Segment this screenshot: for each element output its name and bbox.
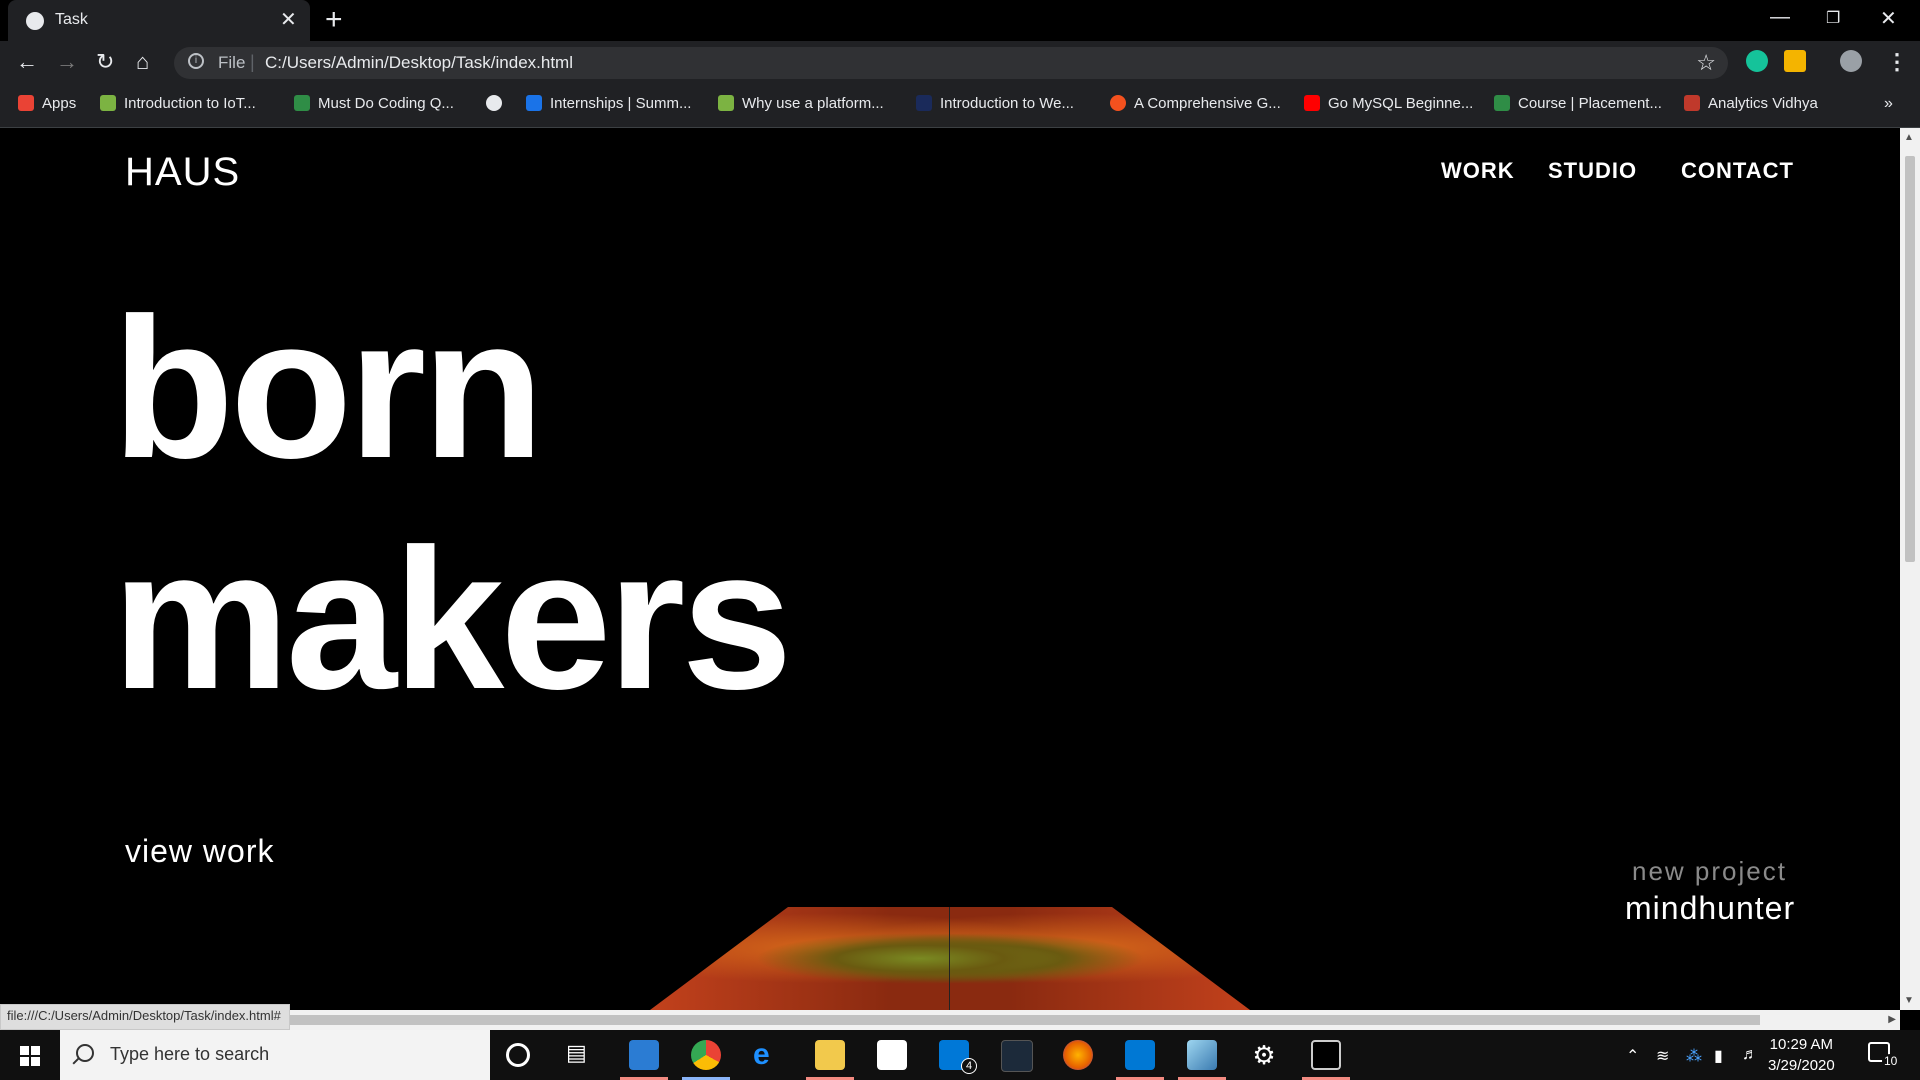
bookmarks-bar: Apps Introduction to IoT... Must Do Codi… bbox=[0, 83, 1920, 128]
new-project-title[interactable]: mindhunter bbox=[1625, 890, 1795, 927]
bookmark-star-icon[interactable]: ☆ bbox=[1696, 50, 1716, 76]
bookmark-favicon-icon bbox=[1684, 95, 1700, 111]
windows-start-icon[interactable] bbox=[20, 1046, 40, 1066]
tray-chevron-up-icon[interactable]: ⌃ bbox=[1626, 1046, 1639, 1066]
extension-icon[interactable] bbox=[1784, 50, 1806, 72]
notification-count: 10 bbox=[1882, 1054, 1900, 1068]
mysql-icon[interactable] bbox=[1001, 1040, 1033, 1072]
vertical-scrollbar[interactable]: ▲ ▼ bbox=[1900, 128, 1920, 1010]
wps-writer-icon[interactable] bbox=[629, 1040, 659, 1070]
reload-icon[interactable]: ↻ bbox=[96, 49, 114, 75]
globe-icon bbox=[486, 95, 502, 111]
scroll-down-arrow-icon[interactable]: ▼ bbox=[1904, 995, 1914, 1006]
nav-contact[interactable]: CONTACT bbox=[1681, 158, 1794, 184]
vscode-icon[interactable] bbox=[1125, 1040, 1155, 1070]
bookmark-item[interactable]: Analytics Vidhya bbox=[1684, 95, 1818, 112]
restore-icon[interactable]: ❐ bbox=[1826, 8, 1840, 28]
address-bar[interactable]: i File | C:/Users/Admin/Desktop/Task/ind… bbox=[174, 47, 1728, 79]
search-icon bbox=[76, 1044, 94, 1062]
close-tab-icon[interactable]: ✕ bbox=[280, 8, 297, 32]
wifi-icon[interactable]: ≋ bbox=[1656, 1046, 1669, 1066]
vertical-scroll-thumb[interactable] bbox=[1905, 156, 1915, 562]
globe-icon bbox=[26, 12, 44, 30]
preview-divider bbox=[949, 907, 950, 1010]
cortana-icon[interactable] bbox=[506, 1043, 530, 1067]
web-page: HAUS WORK STUDIO CONTACT born makers vie… bbox=[0, 128, 1900, 1010]
new-project-label: new project bbox=[1632, 856, 1787, 886]
bookmark-item[interactable]: Apps bbox=[18, 95, 76, 112]
chrome-icon[interactable] bbox=[691, 1040, 721, 1070]
bookmark-favicon-icon bbox=[100, 95, 116, 111]
profile-avatar[interactable] bbox=[1840, 50, 1862, 72]
task-view-icon[interactable]: ▤ bbox=[566, 1040, 596, 1070]
store-icon[interactable] bbox=[877, 1040, 907, 1070]
windows-taskbar: Type here to search ▤ e 4 ⚙ ⌃ ≋ ⁂ ▮ ♬ 10… bbox=[0, 1030, 1920, 1080]
status-bubble-url: file:///C:/Users/Admin/Desktop/Task/inde… bbox=[0, 1004, 290, 1030]
settings-gear-icon[interactable]: ⚙ bbox=[1249, 1040, 1279, 1070]
project-preview-image[interactable] bbox=[650, 907, 1250, 1010]
url-separator: | bbox=[250, 52, 255, 72]
nav-studio[interactable]: STUDIO bbox=[1548, 158, 1637, 184]
clock-date: 3/29/2020 bbox=[1768, 1057, 1835, 1074]
bookmark-favicon-icon bbox=[1494, 95, 1510, 111]
bookmark-item[interactable]: A Comprehensive G... bbox=[1110, 95, 1281, 112]
bookmark-item[interactable]: Why use a platform... bbox=[718, 95, 884, 112]
nav-work[interactable]: WORK bbox=[1441, 158, 1515, 184]
system-clock[interactable]: 10:29 AM 3/29/2020 bbox=[1768, 1034, 1835, 1076]
tab-title: Task bbox=[55, 11, 88, 28]
bookmark-item[interactable]: Must Do Coding Q... bbox=[294, 95, 454, 112]
bluetooth-icon[interactable]: ⁂ bbox=[1686, 1046, 1702, 1066]
file-explorer-icon[interactable] bbox=[815, 1040, 845, 1070]
browser-tab[interactable]: Task ✕ bbox=[8, 0, 310, 41]
bookmark-item[interactable]: Internships | Summ... bbox=[526, 95, 691, 112]
url-scheme: File bbox=[218, 53, 246, 72]
hero-heading-line1: born bbox=[112, 277, 544, 500]
bookmark-favicon-icon bbox=[1110, 95, 1126, 111]
hero-heading-line2: makers bbox=[112, 508, 793, 731]
bookmark-item[interactable]: Course | Placement... bbox=[1494, 95, 1662, 112]
edge-icon[interactable]: e bbox=[753, 1040, 783, 1070]
new-tab-button[interactable]: + bbox=[325, 4, 343, 36]
bookmark-favicon-icon bbox=[916, 95, 932, 111]
clock-time: 10:29 AM bbox=[1769, 1036, 1834, 1053]
terminal-icon[interactable] bbox=[1311, 1040, 1341, 1070]
volume-icon[interactable]: ♬ bbox=[1742, 1046, 1758, 1064]
home-icon[interactable]: ⌂ bbox=[136, 49, 149, 75]
back-icon[interactable]: ← bbox=[16, 49, 38, 75]
bookmark-favicon-icon bbox=[294, 95, 310, 111]
bookmark-item[interactable] bbox=[486, 95, 510, 112]
minimize-icon[interactable]: — bbox=[1770, 6, 1790, 29]
bookmark-item[interactable]: Introduction to We... bbox=[916, 95, 1074, 112]
search-placeholder: Type here to search bbox=[110, 1044, 270, 1064]
bookmark-item[interactable]: Go MySQL Beginne... bbox=[1304, 95, 1473, 112]
taskbar-search-box[interactable]: Type here to search bbox=[60, 1030, 490, 1080]
bookmarks-overflow-icon[interactable]: » bbox=[1884, 95, 1893, 113]
bookmark-favicon-icon bbox=[526, 95, 542, 111]
browser-toolbar: ← → ↻ ⌂ i File | C:/Users/Admin/Desktop/… bbox=[0, 41, 1920, 83]
info-icon[interactable]: i bbox=[188, 53, 204, 69]
bookmark-item[interactable]: Introduction to IoT... bbox=[100, 95, 256, 112]
youtube-icon bbox=[1304, 95, 1320, 111]
forward-icon[interactable]: → bbox=[56, 49, 78, 75]
scroll-up-arrow-icon[interactable]: ▲ bbox=[1904, 132, 1914, 143]
tab-strip: Task ✕ + — ❐ ✕ bbox=[0, 0, 1920, 41]
notepad-icon[interactable] bbox=[1187, 1040, 1217, 1070]
bookmark-favicon-icon bbox=[718, 95, 734, 111]
scroll-right-arrow-icon[interactable]: ▶ bbox=[1888, 1014, 1896, 1025]
mail-badge: 4 bbox=[961, 1058, 977, 1074]
battery-icon[interactable]: ▮ bbox=[1714, 1046, 1723, 1066]
close-window-icon[interactable]: ✕ bbox=[1880, 6, 1897, 31]
firefox-icon[interactable] bbox=[1063, 1040, 1093, 1070]
url-text[interactable]: C:/Users/Admin/Desktop/Task/index.html bbox=[265, 53, 573, 73]
grammarly-icon[interactable] bbox=[1746, 50, 1768, 72]
apps-grid-icon bbox=[18, 95, 34, 111]
menu-icon[interactable]: ⋮ bbox=[1886, 49, 1908, 75]
site-logo[interactable]: HAUS bbox=[125, 150, 240, 195]
view-work-link[interactable]: view work bbox=[125, 833, 274, 870]
